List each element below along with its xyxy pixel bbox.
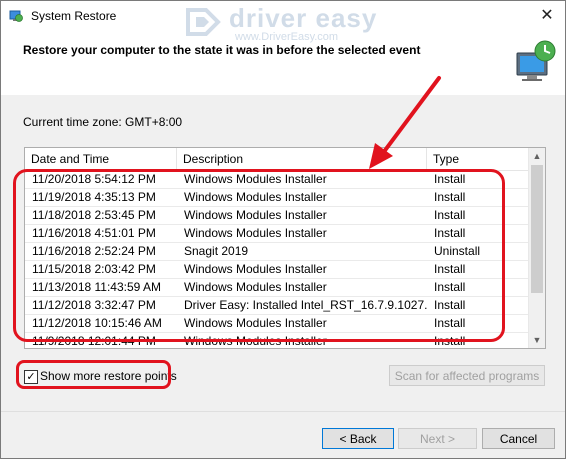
list-header: Date and Time ⌄ Description Type [25,148,528,171]
wizard-footer: < Back Next > Cancel [1,411,565,458]
show-more-checkbox[interactable]: ✓ [24,370,38,384]
cell-type: Uninstall [434,244,481,258]
title-bar: System Restore ✕ [1,1,565,31]
cell-description: Windows Modules Installer [184,262,327,276]
scan-affected-programs-button[interactable]: Scan for affected programs [389,365,545,386]
cell-date-time: 11/13/2018 11:43:59 AM [32,280,161,294]
list-rows: 11/20/2018 5:54:12 PM Windows Modules Ins… [25,171,528,348]
column-header-description[interactable]: Description [177,148,427,170]
cell-date-time: 11/15/2018 2:03:42 PM [32,262,156,276]
restore-points-list[interactable]: Date and Time ⌄ Description Type 11/20/2… [24,147,546,349]
cell-description: Windows Modules Installer [184,316,327,330]
table-row[interactable]: 11/16/2018 2:52:24 PM Snagit 2019 Uninstal… [25,243,528,261]
vertical-scrollbar[interactable]: ▲ ▼ [528,148,545,348]
next-button[interactable]: Next > [398,428,477,449]
checkmark-icon: ✓ [26,371,36,383]
table-row[interactable]: 11/15/2018 2:03:42 PM Windows Modules Ins… [25,261,528,279]
timezone-label: Current time zone: GMT+8:00 [23,115,183,129]
window-title: System Restore [31,9,117,23]
cell-date-time: 11/18/2018 2:53:45 PM [32,208,156,222]
cell-description: Windows Modules Installer [184,334,327,348]
cell-date-time: 11/19/2018 4:35:13 PM [32,190,156,204]
cell-type: Install [434,280,466,294]
table-row[interactable]: 11/9/2018 12:01:44 PM Windows Modules Ins… [25,333,528,348]
table-row[interactable]: 11/12/2018 10:15:46 AM Windows Modules In… [25,315,528,333]
cell-date-time: 11/16/2018 2:52:24 PM [32,244,156,258]
cell-date-time: 11/9/2018 12:01:44 PM [32,334,156,348]
scroll-down-icon[interactable]: ▼ [529,332,545,348]
table-row[interactable]: 11/19/2018 4:35:13 PM Windows Modules Ins… [25,189,528,207]
cell-type: Install [434,334,466,348]
cell-description: Driver Easy: Installed Intel_RST_16.7.9.… [184,298,427,312]
show-more-label[interactable]: Show more restore points [40,369,177,383]
table-row[interactable]: 11/20/2018 5:54:12 PM Windows Modules Ins… [25,171,528,189]
cell-type: Install [434,298,466,312]
cell-description: Windows Modules Installer [184,208,327,222]
sort-arrow-icon: ⌄ [97,151,104,160]
cell-type: Install [434,208,466,222]
page-headline: Restore your computer to the state it wa… [23,43,421,57]
restore-monitor-icon [516,40,556,81]
cell-date-time: 11/20/2018 5:54:12 PM [32,172,156,186]
column-header-type[interactable]: Type [427,148,528,170]
back-button[interactable]: < Back [322,428,394,449]
cell-description: Snagit 2019 [184,244,249,258]
cell-description: Windows Modules Installer [184,190,327,204]
column-header-date[interactable]: Date and Time ⌄ [25,148,177,170]
cell-date-time: 11/12/2018 3:32:47 PM [32,298,156,312]
table-row[interactable]: 11/13/2018 11:43:59 AM Windows Modules In… [25,279,528,297]
wizard-header: Restore your computer to the state it wa… [1,31,565,95]
cell-type: Install [434,226,466,240]
cell-type: Install [434,172,466,186]
wizard-content: Current time zone: GMT+8:00 Date and Tim… [1,95,565,411]
close-icon: ✕ [540,7,554,24]
close-button[interactable]: ✕ [529,1,565,31]
cell-date-time: 11/12/2018 10:15:46 AM [32,316,162,330]
scrollbar-thumb[interactable] [531,165,543,293]
table-row[interactable]: 11/16/2018 4:51:01 PM Windows Modules Ins… [25,225,528,243]
cell-date-time: 11/16/2018 4:51:01 PM [32,226,156,240]
cancel-button[interactable]: Cancel [482,428,555,449]
cell-type: Install [434,190,466,204]
scroll-up-icon[interactable]: ▲ [529,148,545,164]
table-row[interactable]: 11/12/2018 3:32:47 PM Driver Easy: Instal… [25,297,528,315]
cell-description: Windows Modules Installer [184,280,327,294]
cell-type: Install [434,262,466,276]
system-restore-window: System Restore ✕ Restore your computer t… [0,0,566,459]
cell-type: Install [434,316,466,330]
cell-description: Windows Modules Installer [184,172,327,186]
cell-description: Windows Modules Installer [184,226,327,240]
system-restore-icon [9,10,23,22]
table-row[interactable]: 11/18/2018 2:53:45 PM Windows Modules Ins… [25,207,528,225]
